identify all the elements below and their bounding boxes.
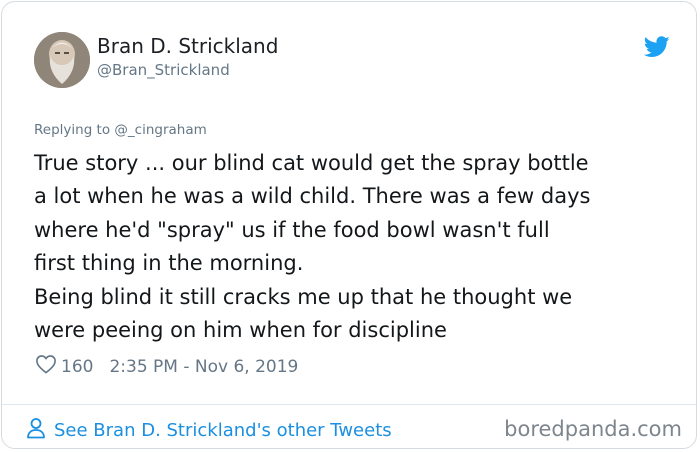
person-icon bbox=[26, 417, 54, 444]
tweet-line: Being blind it still cracks me up that h… bbox=[34, 284, 573, 309]
watermark: boredpanda.com bbox=[504, 417, 682, 441]
twitter-bird-icon[interactable] bbox=[643, 36, 670, 58]
tweet-line: a lot when he was a wild child. There wa… bbox=[34, 184, 591, 209]
tweet-line: where he'd "spray" us if the food bowl w… bbox=[34, 217, 550, 242]
divider bbox=[2, 404, 696, 405]
author-handle[interactable]: @Bran_Strickland bbox=[97, 61, 230, 79]
tweet-text: True story ... our blind cat would get t… bbox=[34, 147, 684, 347]
author-name[interactable]: Bran D. Strickland bbox=[97, 34, 278, 58]
tweet-line: were peeing on him when for discipline bbox=[34, 318, 447, 343]
see-other-tweets-link[interactable]: See Bran D. Strickland's other Tweets bbox=[26, 417, 392, 444]
tweet-meta: 160 2:35 PM - Nov 6, 2019 bbox=[35, 354, 298, 379]
reply-context[interactable]: Replying to @_cingraham bbox=[34, 122, 207, 138]
tweet-timestamp[interactable]: 2:35 PM - Nov 6, 2019 bbox=[109, 357, 298, 377]
tweet-line: True story ... our blind cat would get t… bbox=[34, 151, 589, 175]
like-count[interactable]: 160 bbox=[61, 357, 93, 377]
tweet-card: Bran D. Strickland @Bran_Strickland Repl… bbox=[1, 1, 697, 449]
avatar[interactable] bbox=[34, 32, 90, 88]
tweet-line: first thing in the morning. bbox=[34, 251, 304, 276]
heart-icon[interactable] bbox=[35, 354, 61, 379]
see-other-tweets-label[interactable]: See Bran D. Strickland's other Tweets bbox=[54, 420, 392, 441]
